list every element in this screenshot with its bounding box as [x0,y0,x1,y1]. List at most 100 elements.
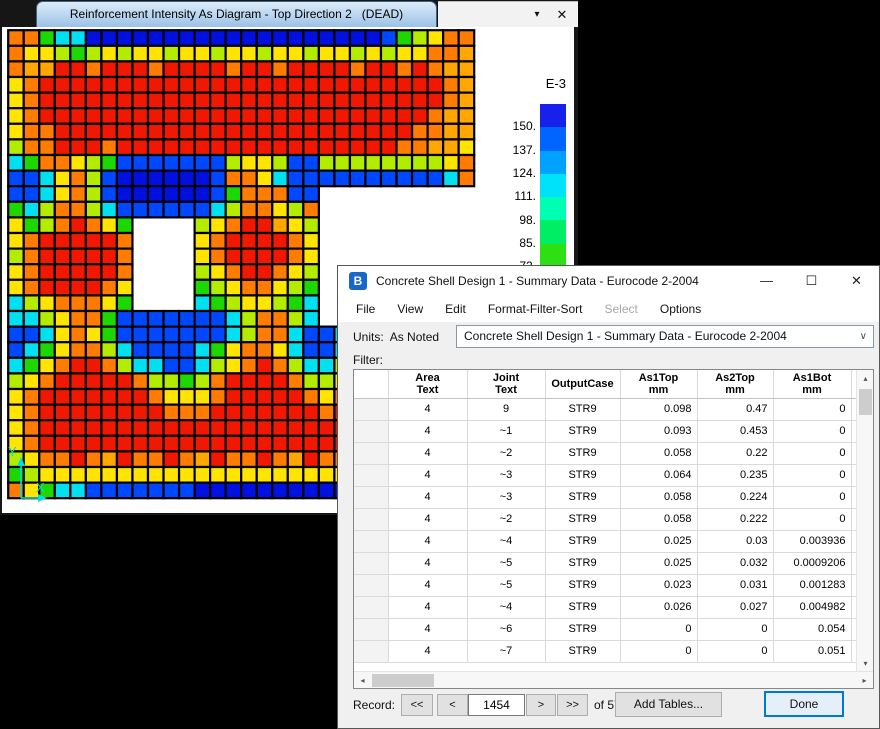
table-cell[interactable]: ~2 [467,442,545,464]
table-cell[interactable]: 0.031 [697,574,773,596]
done-button[interactable]: Done [764,691,844,717]
table-cell[interactable]: 0.0009206 [773,552,851,574]
table-cell[interactable]: STR9 [545,640,620,662]
scroll-right-icon[interactable]: ▸ [856,672,873,689]
table-header-cell[interactable]: As2Topmm [697,370,773,398]
row-selector[interactable] [354,596,388,618]
table-cell[interactable]: STR9 [545,486,620,508]
scroll-left-icon[interactable]: ◂ [354,672,371,689]
table-cell[interactable]: 9 [467,398,545,420]
plot-window-tab[interactable]: Reinforcement Intensity As Diagram - Top… [36,1,437,27]
table-cell[interactable]: 0.032 [697,552,773,574]
table-cell[interactable]: 0.004982 [773,596,851,618]
table-cell[interactable]: 0.22 [697,442,773,464]
record-prev-button[interactable]: < [437,694,468,716]
table-cell[interactable]: ~2 [467,508,545,530]
table-cell[interactable]: 0 [773,442,851,464]
close-button[interactable]: ✕ [834,266,879,296]
row-selector[interactable] [354,464,388,486]
table-cell[interactable]: 0.03 [697,530,773,552]
table-cell[interactable]: 4 [388,486,467,508]
tab-close-icon[interactable]: ✕ [552,2,572,28]
table-cell[interactable]: STR9 [545,596,620,618]
table-cell[interactable]: ~1 [467,420,545,442]
table-cell[interactable]: 4 [388,420,467,442]
scroll-down-icon[interactable]: ▾ [857,655,874,672]
table-cell[interactable]: 0.001283 [773,574,851,596]
table-cell[interactable]: 0.023 [620,574,697,596]
row-selector[interactable] [354,442,388,464]
table-cell[interactable]: 0.054 [773,618,851,640]
table-cell[interactable]: STR9 [545,618,620,640]
table-cell[interactable]: 4 [388,574,467,596]
table-cell[interactable]: STR9 [545,552,620,574]
table-cell[interactable]: STR9 [545,574,620,596]
scroll-up-icon[interactable]: ▴ [857,370,874,387]
table-cell[interactable]: 4 [388,530,467,552]
table-cell[interactable]: 0.064 [620,464,697,486]
table-cell[interactable]: 0 [620,618,697,640]
table-cell[interactable]: 0.027 [697,596,773,618]
table-cell[interactable]: 0.47 [697,398,773,420]
table-cell[interactable]: 4 [388,508,467,530]
table-cell[interactable]: 0 [773,464,851,486]
table-cell[interactable]: ~6 [467,618,545,640]
table-cell[interactable]: 0.058 [620,486,697,508]
record-number-input[interactable] [468,694,525,716]
menu-item-view[interactable]: View [386,296,434,322]
row-selector[interactable] [354,640,388,662]
table-cell[interactable]: STR9 [545,420,620,442]
table-cell[interactable]: 4 [388,464,467,486]
horizontal-scrollbar[interactable]: ◂ ▸ [354,671,873,688]
table-cell[interactable]: STR9 [545,464,620,486]
horizontal-scroll-thumb[interactable] [372,674,434,687]
row-selector[interactable] [354,574,388,596]
table-cell[interactable]: 4 [388,596,467,618]
table-cell[interactable]: STR9 [545,508,620,530]
table-header-cell[interactable]: AreaText [388,370,467,398]
table-cell[interactable]: 0 [773,508,851,530]
maximize-button[interactable]: ☐ [789,266,834,296]
table-header-cell[interactable]: As1Botmm [773,370,851,398]
table-cell[interactable]: STR9 [545,442,620,464]
record-first-button[interactable]: << [401,694,433,716]
table-cell[interactable]: 0.003936 [773,530,851,552]
table-cell[interactable]: 4 [388,640,467,662]
table-cell[interactable]: 4 [388,398,467,420]
table-cell[interactable]: 4 [388,618,467,640]
table-cell[interactable]: ~4 [467,530,545,552]
row-selector[interactable] [354,552,388,574]
table-header-cell[interactable]: OutputCase [545,370,620,398]
menu-item-file[interactable]: File [345,296,386,322]
table-cell[interactable]: 0.453 [697,420,773,442]
row-selector[interactable] [354,420,388,442]
table-cell[interactable]: 4 [388,442,467,464]
table-cell[interactable]: 0 [697,640,773,662]
table-cell[interactable]: 0 [773,398,851,420]
record-last-button[interactable]: >> [557,694,588,716]
row-selector[interactable] [354,486,388,508]
vertical-scroll-thumb[interactable] [859,389,872,415]
table-cell[interactable]: 0.058 [620,508,697,530]
table-cell[interactable]: 0.025 [620,530,697,552]
menu-item-options[interactable]: Options [649,296,712,322]
table-header-cell[interactable]: As1Topmm [620,370,697,398]
table-cell[interactable]: ~5 [467,574,545,596]
table-cell[interactable]: 0.025 [620,552,697,574]
table-cell[interactable]: STR9 [545,530,620,552]
table-cell[interactable]: 0.051 [773,640,851,662]
table-cell[interactable]: 0.098 [620,398,697,420]
add-tables-button[interactable]: Add Tables... [615,692,722,717]
table-cell[interactable]: 0.093 [620,420,697,442]
table-cell[interactable]: 0.026 [620,596,697,618]
table-cell[interactable]: STR9 [545,398,620,420]
record-next-button[interactable]: > [526,694,556,716]
table-cell[interactable]: 0.058 [620,442,697,464]
table-cell[interactable]: ~7 [467,640,545,662]
table-cell[interactable]: 0.224 [697,486,773,508]
row-selector[interactable] [354,618,388,640]
tab-dropdown-icon[interactable]: ▾ [527,2,547,28]
table-cell[interactable]: 0 [620,640,697,662]
minimize-button[interactable]: — [744,266,789,296]
table-cell[interactable]: ~4 [467,596,545,618]
